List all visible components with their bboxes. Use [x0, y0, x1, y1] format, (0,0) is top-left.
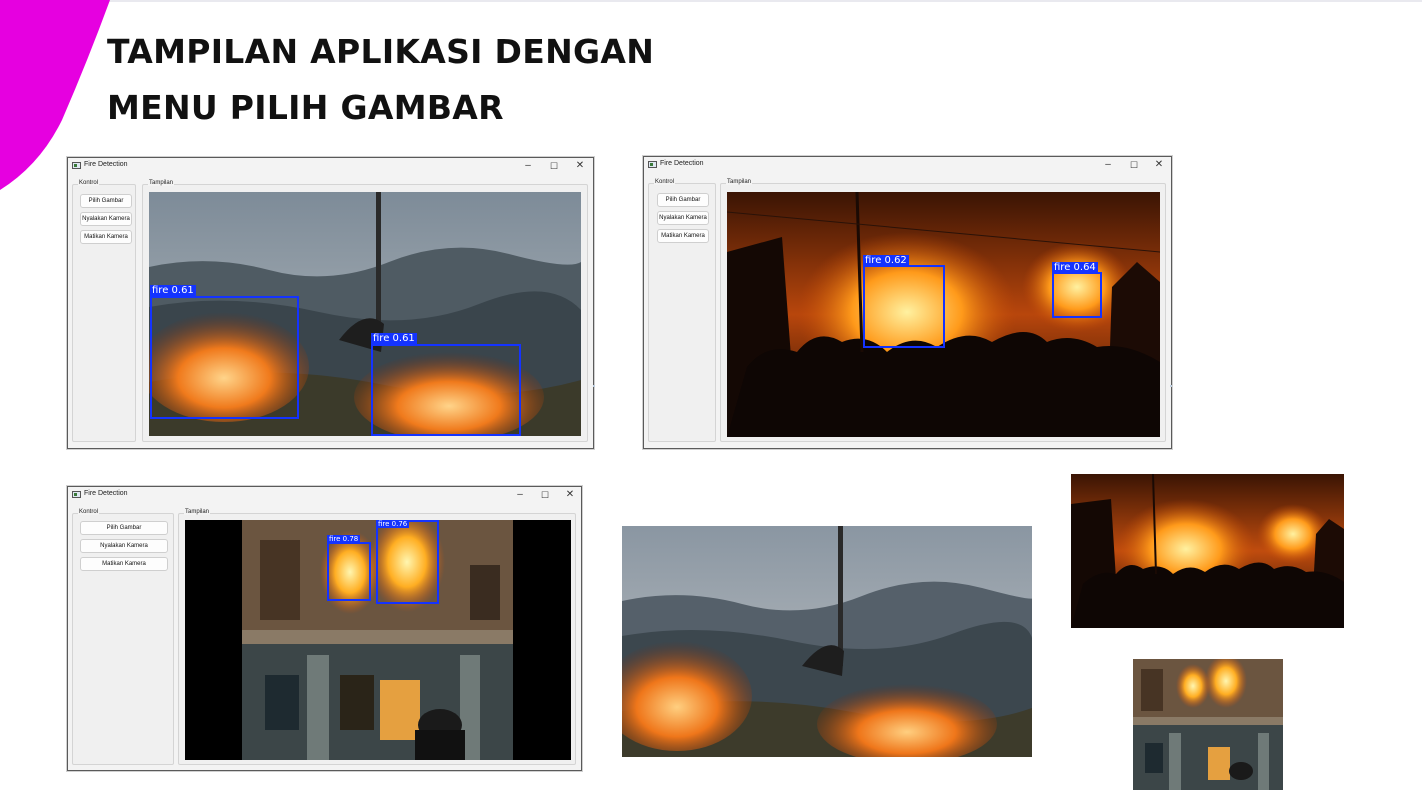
- app-icon: [648, 161, 657, 168]
- slide-title-line-2: MENU PILIH GAMBAR: [107, 88, 504, 127]
- window-title: Fire Detection: [660, 160, 704, 167]
- app-icon: [72, 162, 81, 169]
- control-group-label: Kontrol: [654, 179, 676, 185]
- app-window-2: Fire Detection – ☐ ✕ Kontrol Pilih Gamba…: [643, 156, 1172, 449]
- control-panel: Kontrol Pilih Gambar Nyalakan Kamera Mat…: [72, 509, 174, 765]
- camera-off-button[interactable]: Matikan Kamera: [80, 557, 168, 571]
- detection-box: [327, 542, 371, 601]
- control-panel: Kontrol Pilih Gambar Nyalakan Kamera Mat…: [648, 179, 716, 442]
- minimize-icon[interactable]: –: [516, 159, 540, 173]
- title-bar: Fire Detection – ☐ ✕: [68, 487, 581, 504]
- detection-label: fire 0.64: [1052, 262, 1098, 273]
- title-bar: Fire Detection – ☐ ✕: [644, 157, 1171, 174]
- detection-label: fire 0.78: [327, 535, 361, 543]
- detection-image-view: fire 0.62 fire 0.64: [727, 192, 1160, 437]
- choose-image-button[interactable]: Pilih Gambar: [657, 193, 709, 207]
- detection-image-view: fire 0.78 fire 0.76: [185, 520, 571, 760]
- detection-box: [376, 520, 439, 604]
- maximize-icon[interactable]: ☐: [1122, 158, 1146, 172]
- detection-label: fire 0.61: [371, 333, 417, 345]
- slide-title: TAMPILAN APLIKASI DENGAN MENU PILIH GAMB…: [107, 24, 654, 136]
- app-window-3: Fire Detection – ☐ ✕ Kontrol Pilih Gamba…: [67, 486, 582, 771]
- original-night-fire-image: [1071, 474, 1344, 628]
- camera-off-button[interactable]: Matikan Kamera: [80, 230, 132, 244]
- camera-off-button[interactable]: Matikan Kamera: [657, 229, 709, 243]
- choose-image-button[interactable]: Pilih Gambar: [80, 194, 132, 208]
- detection-label: fire 0.61: [150, 285, 196, 297]
- original-building-fire-image: [1133, 659, 1283, 790]
- minimize-icon[interactable]: –: [1096, 158, 1120, 172]
- camera-on-button[interactable]: Nyalakan Kamera: [80, 212, 132, 226]
- control-group-label: Kontrol: [78, 509, 100, 515]
- detection-image-view: fire 0.61 fire 0.61: [149, 192, 581, 436]
- window-title: Fire Detection: [84, 490, 128, 497]
- close-icon[interactable]: ✕: [1147, 158, 1171, 172]
- control-panel: Kontrol Pilih Gambar Nyalakan Kamera Mat…: [72, 180, 136, 442]
- display-group-label: Tampilan: [148, 180, 175, 186]
- slide-title-line-1: TAMPILAN APLIKASI DENGAN: [107, 32, 655, 71]
- control-group-label: Kontrol: [78, 180, 100, 186]
- detection-box: [863, 265, 945, 348]
- stray-pixel: [1170, 385, 1172, 387]
- maximize-icon[interactable]: ☐: [533, 488, 557, 502]
- app-window-1: Fire Detection – ☐ ✕ Kontrol Pilih Gamba…: [67, 157, 594, 449]
- slide-top-line: [0, 0, 1422, 2]
- detection-label: fire 0.76: [376, 520, 410, 528]
- display-group-label: Tampilan: [726, 179, 753, 185]
- close-icon[interactable]: ✕: [558, 488, 581, 502]
- original-peatland-fire-image: [622, 526, 1032, 757]
- camera-on-button[interactable]: Nyalakan Kamera: [657, 211, 709, 225]
- title-bar: Fire Detection – ☐ ✕: [68, 158, 593, 175]
- detection-box: [371, 344, 521, 436]
- stray-pixel: [593, 385, 595, 387]
- display-group-label: Tampilan: [184, 509, 211, 515]
- detection-label: fire 0.62: [863, 255, 909, 266]
- detection-box: [150, 296, 299, 419]
- camera-on-button[interactable]: Nyalakan Kamera: [80, 539, 168, 553]
- maximize-icon[interactable]: ☐: [542, 159, 566, 173]
- close-icon[interactable]: ✕: [568, 159, 592, 173]
- detection-box: [1052, 272, 1102, 318]
- choose-image-button[interactable]: Pilih Gambar: [80, 521, 168, 535]
- app-icon: [72, 491, 81, 498]
- minimize-icon[interactable]: –: [508, 488, 532, 502]
- window-title: Fire Detection: [84, 161, 128, 168]
